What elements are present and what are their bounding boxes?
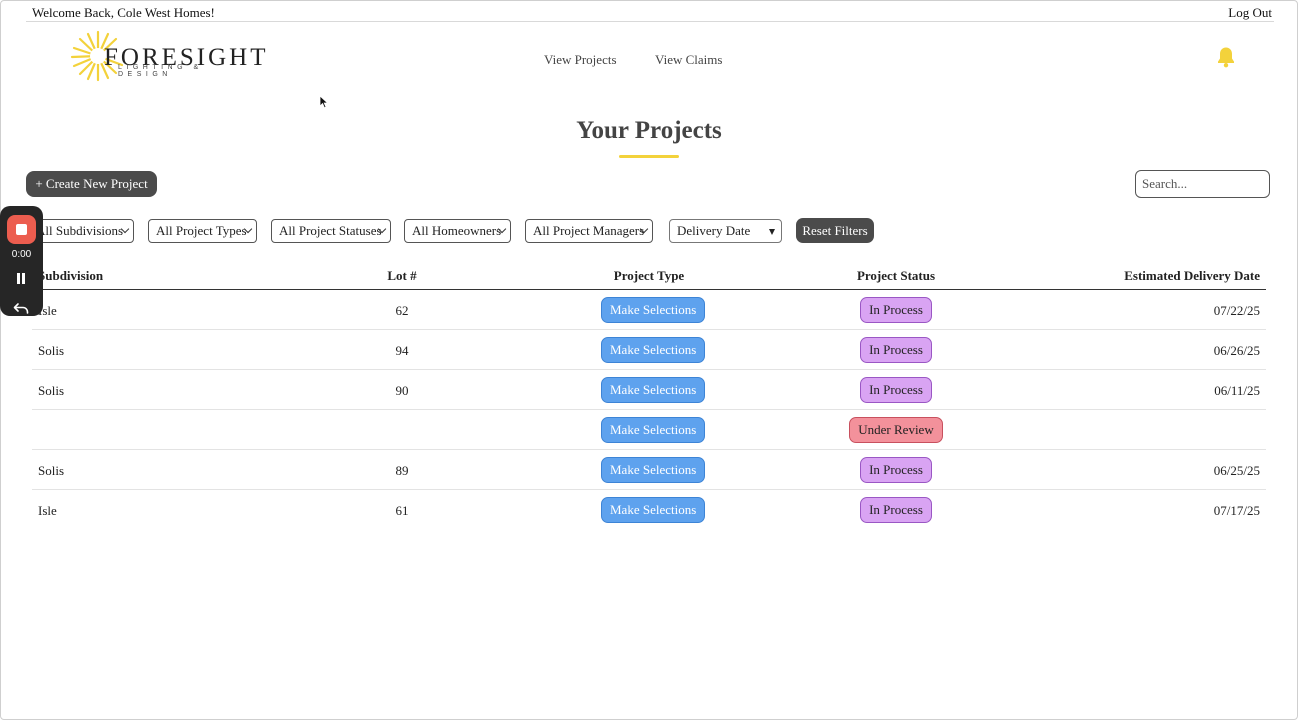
notification-bell-icon[interactable] [1216,46,1236,68]
status-badge: Under Review [849,417,943,443]
status-badge: In Process [860,337,932,363]
project-manager-filter[interactable]: All Project Managers [525,219,653,243]
undo-icon[interactable] [13,302,30,314]
project-type-filter[interactable]: All Project Types [148,219,257,243]
cell-delivery-date: 06/25/25 [1213,463,1260,478]
nav-view-projects[interactable]: View Projects [544,52,617,68]
mouse-cursor-icon [319,95,329,109]
welcome-bar: Welcome Back, Cole West Homes! Log Out [26,2,1274,22]
make-selections-button[interactable]: Make Selections [601,457,706,483]
homeowner-filter-value: All Homeowners [412,223,502,238]
header-delivery-date[interactable]: Estimated Delivery Date [1124,268,1260,284]
cell-lot: 62 [395,303,409,318]
make-selections-button[interactable]: Make Selections [601,297,706,323]
search-input[interactable] [1135,170,1270,198]
header-project-type[interactable]: Project Type [592,268,706,284]
table-row[interactable]: Isle 61 Make Selections In Process 07/17… [32,490,1266,530]
project-status-filter[interactable]: All Project Statuses [271,219,391,243]
stop-recording-button[interactable] [7,215,36,244]
table-row[interactable]: Isle 62 Make Selections In Process 07/22… [32,290,1266,330]
table-header: Subdivision Lot # Project Type Project S… [32,262,1266,290]
cell-subdivision: Solis [38,343,65,358]
cell-lot: 61 [395,503,409,518]
table-row[interactable]: Make Selections Under Review [32,410,1266,450]
welcome-text: Welcome Back, Cole West Homes! [32,5,215,20]
logout-link[interactable]: Log Out [1228,5,1272,21]
logo-tagline: LIGHTING & DESIGN [118,64,203,78]
status-badge: In Process [860,457,932,483]
recording-timer: 0:00 [11,249,32,260]
make-selections-button[interactable]: Make Selections [601,377,706,403]
table-row[interactable]: Solis 94 Make Selections In Process 06/2… [32,330,1266,370]
table-row[interactable]: Solis 90 Make Selections In Process 06/1… [32,370,1266,410]
screen-recorder-widget: 0:00 [0,206,43,316]
status-badge: In Process [860,297,932,323]
make-selections-button[interactable]: Make Selections [601,337,706,363]
delivery-date-filter-value: Delivery Date [677,223,751,238]
cell-lot: 94 [395,343,409,358]
cell-subdivision: Isle [38,503,57,518]
reset-filters-button[interactable]: Reset Filters [796,218,874,243]
cell-lot: 89 [395,463,409,478]
cell-delivery-date: 06/11/25 [1214,383,1260,398]
pause-icon[interactable] [15,272,27,285]
nav-view-claims[interactable]: View Claims [655,52,722,68]
cell-delivery-date: 07/17/25 [1213,503,1260,518]
make-selections-button[interactable]: Make Selections [601,497,706,523]
title-underline [619,155,679,158]
header-lot[interactable]: Lot # [372,268,432,284]
status-badge: In Process [860,497,932,523]
create-new-project-button[interactable]: + Create New Project [26,171,157,197]
page-title: Your Projects [576,117,722,144]
cell-subdivision: Solis [38,383,65,398]
cell-subdivision: Solis [38,463,65,478]
delivery-date-filter[interactable]: Delivery Date [669,219,782,243]
cell-lot: 90 [395,383,409,398]
project-manager-filter-value: All Project Managers [533,223,645,238]
subdivision-filter-value: All Subdivisions [36,223,124,238]
project-type-filter-value: All Project Types [156,223,247,238]
foresight-logo[interactable]: FORESIGHT LIGHTING & DESIGN [70,30,266,82]
cell-delivery-date: 06/26/25 [1213,343,1260,358]
status-badge: In Process [860,377,932,403]
cell-delivery-date: 07/22/25 [1213,303,1260,318]
homeowner-filter[interactable]: All Homeowners [404,219,511,243]
make-selections-button[interactable]: Make Selections [601,417,706,443]
header-project-status[interactable]: Project Status [732,268,1060,284]
project-status-filter-value: All Project Statuses [279,223,382,238]
header-subdivision[interactable]: Subdivision [38,268,103,284]
table-row[interactable]: Solis 89 Make Selections In Process 06/2… [32,450,1266,490]
dropdown-arrow-icon [769,229,775,235]
projects-table: Subdivision Lot # Project Type Project S… [32,262,1266,530]
